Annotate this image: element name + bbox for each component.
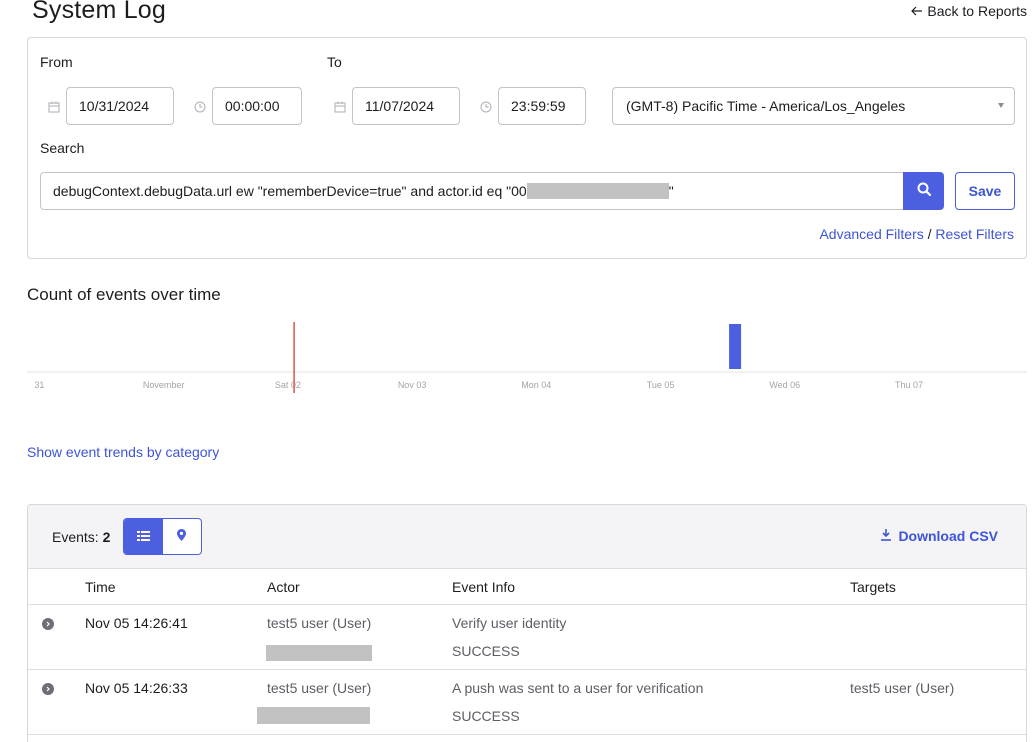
- expand-arrow-icon[interactable]: [42, 683, 54, 695]
- chart-title: Count of events over time: [27, 285, 221, 304]
- search-query-suffix: ": [668, 183, 674, 199]
- advanced-filters-link[interactable]: Advanced Filters: [819, 226, 923, 242]
- event-actor[interactable]: test5 user (User): [267, 680, 371, 696]
- timezone-select[interactable]: (GMT-8) Pacific Time - America/Los_Angel…: [612, 87, 1015, 125]
- event-info: Verify user identity: [452, 615, 567, 631]
- from-time-input[interactable]: 00:00:00: [212, 87, 302, 125]
- clock-icon: [194, 100, 206, 113]
- event-time: Nov 05 14:26:33: [85, 680, 188, 696]
- events-over-time-chart: 31 November Sat 02 Nov 03 Mon 04 Tue 05 Wed 06…: [27, 322, 1027, 393]
- chart-tick-label: Thu 07: [895, 380, 923, 390]
- map-pin-icon: [177, 528, 187, 546]
- table-row[interactable]: Nov 05 14:26:41 test5 user (User) Verify…: [28, 605, 1026, 670]
- column-header-time[interactable]: Time: [85, 579, 116, 595]
- chart-tick-label: Nov 03: [398, 380, 427, 390]
- from-label: From: [40, 54, 73, 70]
- event-trends-link[interactable]: Show event trends by category: [27, 444, 219, 460]
- map-view-button[interactable]: [163, 519, 202, 554]
- chart-tick-label: Tue 05: [647, 380, 675, 390]
- event-outcome: SUCCESS: [452, 708, 520, 724]
- search-input[interactable]: debugContext.debugData.url ew "rememberD…: [40, 172, 904, 210]
- event-info: A push was sent to a user for verificati…: [452, 680, 704, 696]
- chart-tick-label: Mon 04: [521, 380, 551, 390]
- column-header-event-info[interactable]: Event Info: [452, 579, 515, 595]
- table-view-button[interactable]: [124, 519, 163, 554]
- back-to-reports-label: Back to Reports: [927, 3, 1027, 19]
- search-label: Search: [40, 140, 85, 156]
- table-header: Time Actor Event Info Targets: [28, 569, 1026, 605]
- event-outcome: SUCCESS: [452, 643, 520, 659]
- download-icon: [880, 528, 892, 544]
- from-date-input[interactable]: 10/31/2024: [66, 87, 174, 125]
- redacted-actor-id: [526, 183, 669, 199]
- filter-links: Advanced Filters / Reset Filters: [819, 226, 1014, 242]
- view-toggle: [123, 518, 202, 555]
- event-target[interactable]: test5 user (User): [850, 680, 954, 696]
- filter-links-separator: /: [927, 226, 932, 242]
- filter-panel: From To 10/31/2024 00:00:00 11/07/2024 2…: [27, 37, 1027, 259]
- event-time: Nov 05 14:26:41: [85, 615, 188, 631]
- chevron-down-icon: [998, 103, 1004, 108]
- expand-arrow-icon[interactable]: [42, 618, 54, 630]
- chart-bar: [729, 324, 742, 369]
- events-count: Events: 2: [52, 529, 110, 545]
- redacted-actor-detail: [257, 707, 370, 724]
- download-csv-button[interactable]: Download CSV: [880, 528, 998, 544]
- search-button[interactable]: [903, 172, 944, 210]
- chart-tick-label: Wed 06: [769, 380, 800, 390]
- download-csv-label: Download CSV: [898, 528, 998, 544]
- to-date-input[interactable]: 11/07/2024: [352, 87, 460, 125]
- events-table: Time Actor Event Info Targets Nov 05 14:…: [28, 569, 1026, 735]
- redacted-actor-detail: [266, 645, 372, 661]
- events-panel: Events: 2 Download CSV Time Actor Event …: [27, 504, 1027, 742]
- to-time-input[interactable]: 23:59:59: [498, 87, 586, 125]
- timezone-value: (GMT-8) Pacific Time - America/Los_Angel…: [626, 98, 906, 114]
- chart-tick-label: November: [143, 380, 185, 390]
- events-count-value: 2: [102, 529, 111, 545]
- chart-tick-label: 31: [34, 380, 44, 390]
- to-label: To: [327, 54, 342, 70]
- table-row[interactable]: Nov 05 14:26:33 test5 user (User) A push…: [28, 670, 1026, 735]
- events-count-label: Events:: [52, 529, 99, 545]
- table-view-icon: [136, 528, 150, 546]
- arrow-left-icon: [911, 3, 923, 19]
- page-title: System Log: [32, 0, 167, 24]
- calendar-icon: [48, 100, 60, 113]
- clock-icon: [480, 100, 492, 113]
- column-header-actor[interactable]: Actor: [267, 579, 300, 595]
- back-to-reports-link[interactable]: Back to Reports: [911, 3, 1027, 19]
- events-header: Events: 2 Download CSV: [28, 505, 1026, 569]
- chart-tick-label: Sat 02: [275, 380, 301, 390]
- search-query-prefix: debugContext.debugData.url ew "rememberD…: [53, 183, 527, 199]
- save-button[interactable]: Save: [955, 172, 1015, 210]
- search-icon: [917, 182, 931, 201]
- column-header-targets[interactable]: Targets: [850, 579, 896, 595]
- reset-filters-link[interactable]: Reset Filters: [935, 226, 1014, 242]
- calendar-icon: [334, 100, 346, 113]
- event-actor[interactable]: test5 user (User): [267, 615, 371, 631]
